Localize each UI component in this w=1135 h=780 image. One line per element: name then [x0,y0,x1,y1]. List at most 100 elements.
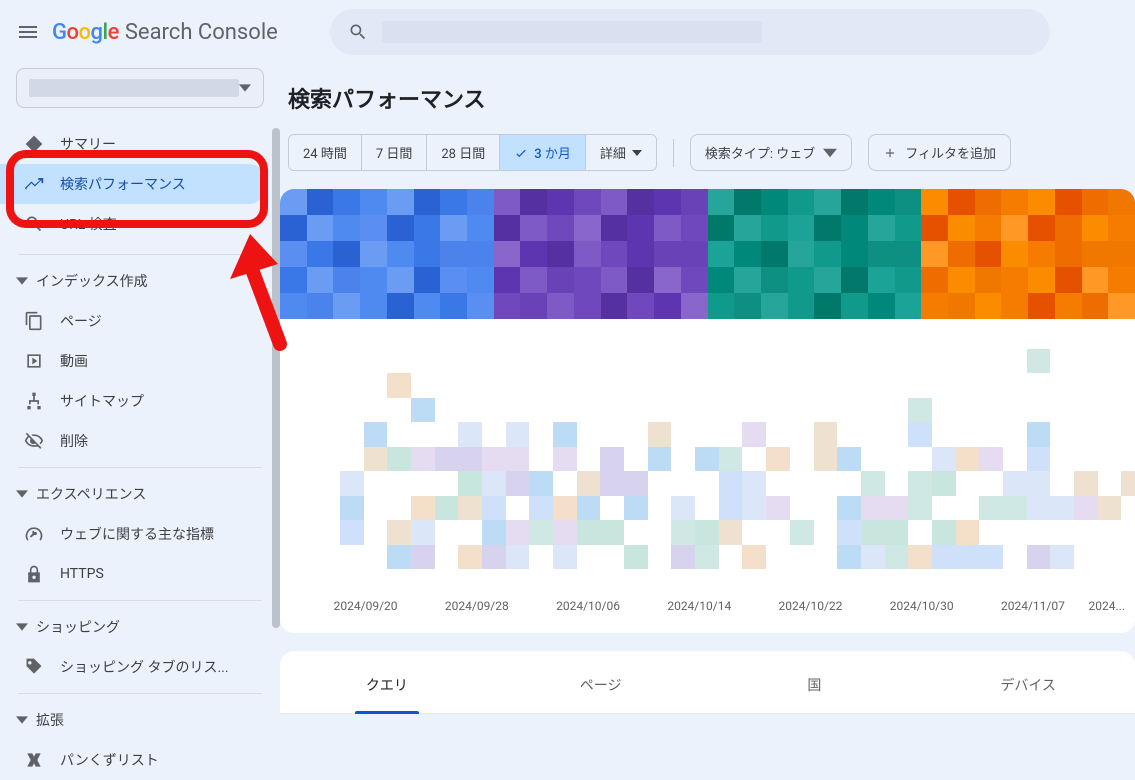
x-tick: 2024/11/07 [977,599,1088,613]
gauge-icon [24,524,44,544]
section-label: ショッピング [36,617,120,637]
scrollbar-thumb[interactable] [272,128,280,628]
range-label: 28 日間 [441,143,485,162]
sidebar-item-label: サマリー [60,134,116,154]
sidebar-item-url-inspect[interactable]: URL 検査 [0,204,268,244]
x-tick: 2024/10/22 [755,599,866,613]
sidebar-item-sitemaps[interactable]: サイトマップ [0,381,268,421]
sidebar: サマリー 検索パフォーマンス URL 検査 インデックス作成 ページ 動画 [0,64,280,778]
sidebar-item-label: 検索パフォーマンス [60,174,186,194]
dimension-tabs: クエリ ページ 国 デバイス [280,675,1135,714]
section-header-enhancements[interactable]: 拡張 [0,700,280,740]
page-title: 検索パフォーマンス [288,82,1135,114]
sidebar-item-breadcrumb[interactable]: パンくずリスト [0,740,268,780]
metric-tile-clicks[interactable] [280,189,494,319]
magnifier-icon [24,214,44,234]
caret-down-icon [239,82,251,94]
check-icon [514,146,528,160]
range-28d-button[interactable]: 28 日間 [427,135,500,170]
performance-chart-card: 2024/09/20 2024/09/28 2024/10/06 2024/10… [280,189,1135,633]
tag-icon [24,657,44,677]
property-selector[interactable] [16,68,264,108]
x-tick: 2024/10/14 [644,599,755,613]
metric-tile-ctr[interactable] [708,189,922,319]
sidebar-item-label: 動画 [60,351,88,371]
filter-bar: 24 時間 7 日間 28 日間 3 か月 詳細 検索タイプ: ウェブ フ [280,134,1135,189]
tab-label: ページ [580,678,622,694]
sidebar-item-label: 削除 [60,431,88,451]
range-label: 詳細 [600,143,626,162]
play-box-icon [24,351,44,371]
search-icon [348,22,368,42]
section-label: 拡張 [36,710,64,730]
sidebar-item-label: HTTPS [60,566,104,582]
sidebar-item-shopping-listing[interactable]: ショッピング タブのリス... [0,647,268,687]
sidebar-item-videos[interactable]: 動画 [0,341,268,381]
sidebar-scrollbar[interactable] [272,128,280,698]
sidebar-item-label: サイトマップ [60,391,144,411]
range-24h-button[interactable]: 24 時間 [289,135,362,170]
metric-tile-position[interactable] [921,189,1135,319]
tab-label: クエリ [366,678,408,694]
hamburger-menu-icon[interactable] [16,20,40,44]
caret-down-icon [16,275,28,287]
main-content: 検索パフォーマンス 24 時間 7 日間 28 日間 3 か月 詳細 検索タイプ… [280,64,1135,778]
sidebar-item-performance[interactable]: 検索パフォーマンス [0,164,268,204]
caret-down-icon [823,146,837,160]
caret-down-icon [16,488,28,500]
sidebar-item-removals[interactable]: 削除 [0,421,268,461]
date-range-segmented: 24 時間 7 日間 28 日間 3 か月 詳細 [288,134,657,171]
x-tick: 2024/10/30 [866,599,977,613]
tab-device[interactable]: デバイス [921,675,1135,713]
product-logo: Google Search Console [52,20,278,45]
plus-icon [883,146,897,160]
range-label: 24 時間 [303,143,347,162]
sidebar-item-pages[interactable]: ページ [0,301,268,341]
section-header-experience[interactable]: エクスペリエンス [0,474,280,514]
metric-tile-impressions[interactable] [494,189,708,319]
sitemap-icon [24,391,44,411]
dimension-tabs-card: クエリ ページ 国 デバイス [280,651,1135,714]
sidebar-item-summary[interactable]: サマリー [0,124,268,164]
google-wordmark: Google [52,20,119,45]
tab-country[interactable]: 国 [708,675,922,713]
range-detail-button[interactable]: 詳細 [586,135,656,170]
lock-icon [24,564,44,584]
sidebar-item-https[interactable]: HTTPS [0,554,268,594]
range-3m-button[interactable]: 3 か月 [500,135,586,170]
divider [673,139,674,167]
metric-tiles [280,189,1135,319]
breadcrumb-icon [24,750,44,770]
section-label: エクスペリエンス [36,484,146,504]
diamond-icon [24,134,44,154]
range-label: 7 日間 [376,143,413,162]
chart-x-axis: 2024/09/20 2024/09/28 2024/10/06 2024/10… [280,589,1135,633]
section-header-shopping[interactable]: ショッピング [0,607,280,647]
chart-area [280,319,1135,589]
pages-icon [24,311,44,331]
section-header-indexing[interactable]: インデックス作成 [0,261,280,301]
x-tick: 2024/09/28 [421,599,532,613]
sidebar-item-label: ページ [60,311,102,331]
x-tick: 2024... [1089,599,1125,613]
x-tick: 2024/10/06 [532,599,643,613]
global-search-input[interactable] [330,9,1050,55]
range-7d-button[interactable]: 7 日間 [362,135,428,170]
tab-label: 国 [807,678,821,694]
sidebar-item-label: ショッピング タブのリス... [60,657,229,677]
search-type-filter[interactable]: 検索タイプ: ウェブ [690,134,852,171]
caret-down-icon [16,714,28,726]
tab-label: デバイス [1000,678,1056,694]
x-tick: 2024/09/20 [310,599,421,613]
tab-page[interactable]: ページ [494,675,708,713]
add-filter-button[interactable]: フィルタを追加 [868,134,1011,171]
filter-label: 検索タイプ: ウェブ [705,143,815,162]
caret-down-icon [16,621,28,633]
tab-query[interactable]: クエリ [280,675,494,713]
redacted-property-name [29,79,239,97]
sidebar-item-cwv[interactable]: ウェブに関する主な指標 [0,514,268,554]
redacted-search-text [382,21,762,43]
sidebar-item-label: ウェブに関する主な指標 [60,524,214,544]
product-name: Search Console [125,20,278,45]
range-label: 3 か月 [534,143,571,162]
